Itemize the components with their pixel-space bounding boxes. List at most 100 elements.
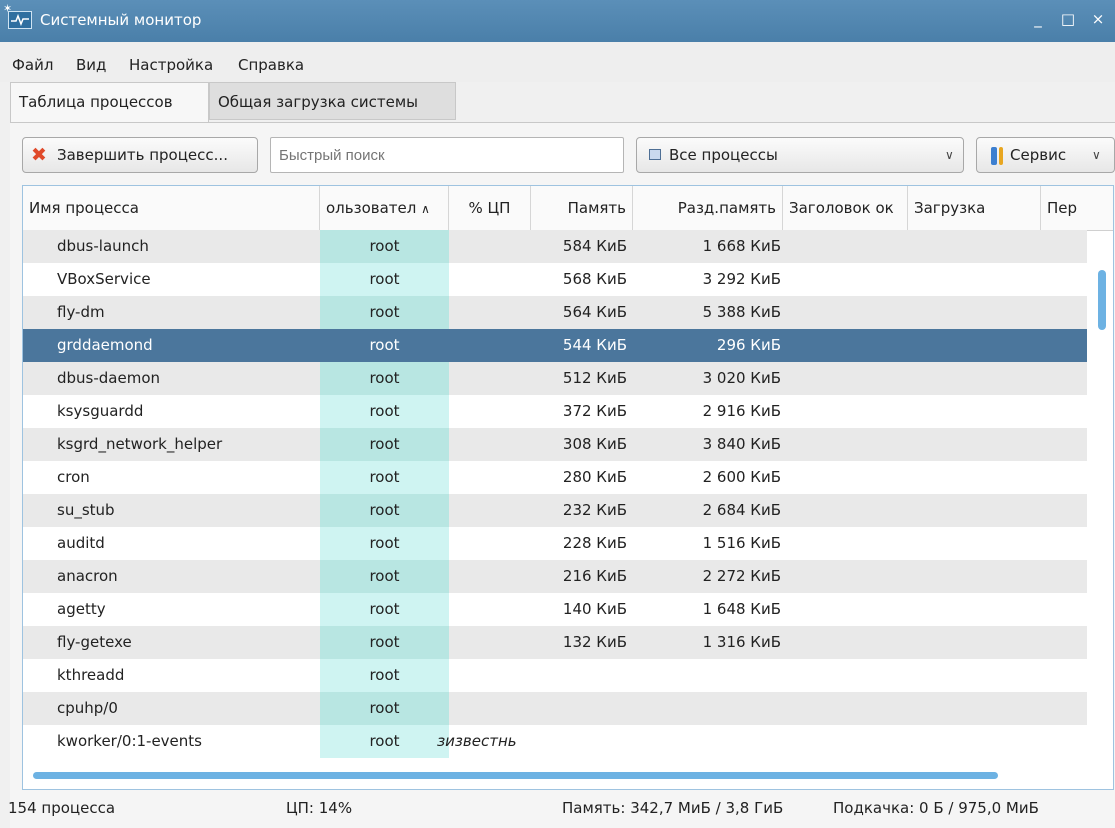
process-filter-select[interactable]: Все процессы ∨ bbox=[636, 137, 964, 173]
status-memory: Память: 342,7 МиБ / 3,8 ГиБ bbox=[562, 799, 784, 817]
process-user: root bbox=[369, 237, 400, 255]
menu-settings[interactable]: Настройка bbox=[129, 56, 213, 74]
tools-button[interactable]: Сервис ∨ bbox=[976, 137, 1115, 173]
process-shared-memory: 1 316 КиБ bbox=[702, 633, 781, 651]
table-row[interactable]: auditd root 228 КиБ 1 516 КиБ bbox=[23, 527, 1087, 560]
column-header-priority[interactable]: Пер bbox=[1041, 186, 1113, 230]
process-memory: 584 КиБ bbox=[562, 237, 627, 255]
end-process-label: Завершить процесс... bbox=[57, 146, 228, 164]
table-row[interactable]: kthreadd root bbox=[23, 659, 1087, 692]
table-row[interactable]: anacron root 216 КиБ 2 272 КиБ bbox=[23, 560, 1087, 593]
column-header-load[interactable]: Загрузка bbox=[908, 186, 1041, 230]
process-name: dbus-daemon bbox=[57, 369, 161, 387]
chevron-down-icon: ∨ bbox=[1092, 148, 1101, 162]
process-memory: 280 КиБ bbox=[562, 468, 627, 486]
status-swap: Подкачка: 0 Б / 975,0 МиБ bbox=[833, 799, 1039, 817]
process-user: root bbox=[369, 270, 400, 288]
window-title: Системный монитор bbox=[40, 11, 202, 29]
process-memory bbox=[531, 659, 627, 692]
process-shared-memory: 1 668 КиБ bbox=[702, 237, 781, 255]
column-header-user[interactable]: ользовател ∧ bbox=[320, 186, 449, 230]
monitor-app-icon: ✶ bbox=[3, 2, 32, 29]
vertical-scrollbar[interactable] bbox=[1098, 270, 1106, 330]
process-cpu bbox=[437, 263, 531, 296]
table-row[interactable]: fly-dm root 564 КиБ 5 388 КиБ bbox=[23, 296, 1087, 329]
column-header-name[interactable]: Имя процесса bbox=[23, 186, 320, 230]
table-row[interactable]: dbus-launch root 584 КиБ 1 668 КиБ bbox=[23, 230, 1087, 263]
process-name: dbus-launch bbox=[57, 237, 149, 255]
process-user: root bbox=[369, 303, 400, 321]
process-name: su_stub bbox=[57, 501, 115, 519]
process-name: ksgrd_network_helper bbox=[57, 435, 223, 453]
process-shared-memory bbox=[633, 692, 781, 725]
process-memory: 372 КиБ bbox=[562, 402, 627, 420]
close-button[interactable]: × bbox=[1087, 8, 1109, 30]
quick-search-input[interactable] bbox=[270, 137, 624, 173]
process-shared-memory: 296 КиБ bbox=[716, 336, 781, 354]
process-shared-memory: 2 916 КиБ bbox=[702, 402, 781, 420]
process-user: root bbox=[369, 699, 400, 717]
table-row[interactable]: dbus-daemon root 512 КиБ 3 020 КиБ bbox=[23, 362, 1087, 395]
process-cpu bbox=[437, 362, 531, 395]
process-cpu bbox=[437, 560, 531, 593]
process-name: auditd bbox=[57, 534, 105, 552]
process-cpu bbox=[437, 593, 531, 626]
process-name: fly-getexe bbox=[57, 633, 132, 651]
column-header-user-label: ользовател bbox=[326, 199, 417, 217]
menu-file[interactable]: Файл bbox=[12, 56, 53, 74]
process-cpu bbox=[437, 296, 531, 329]
column-header-cpu[interactable]: % ЦП bbox=[449, 186, 531, 230]
column-header-shared-memory[interactable]: Разд.память bbox=[633, 186, 783, 230]
table-row[interactable]: ksysguardd root 372 КиБ 2 916 КиБ bbox=[23, 395, 1087, 428]
tab-process-table[interactable]: Таблица процессов bbox=[10, 82, 209, 123]
table-row[interactable]: cpuhp/0 root bbox=[23, 692, 1087, 725]
table-row[interactable]: VBoxService root 568 КиБ 3 292 КиБ bbox=[23, 263, 1087, 296]
process-memory: 568 КиБ bbox=[562, 270, 627, 288]
table-row[interactable]: grddaemond root 544 КиБ 296 КиБ bbox=[23, 329, 1087, 362]
process-user: root bbox=[369, 336, 400, 354]
tools-label: Сервис bbox=[1010, 146, 1067, 164]
process-memory: 216 КиБ bbox=[562, 567, 627, 585]
menu-bar: Файл Вид Настройка Справка bbox=[0, 42, 1115, 82]
process-memory: 132 КиБ bbox=[562, 633, 627, 651]
process-table[interactable]: Имя процесса ользовател ∧ % ЦП Память Ра… bbox=[22, 185, 1114, 790]
process-name: cpuhp/0 bbox=[57, 699, 118, 717]
menu-view[interactable]: Вид bbox=[76, 56, 106, 74]
filter-list-icon bbox=[649, 149, 661, 160]
end-process-button[interactable]: ✖ Завершить процесс... bbox=[22, 137, 258, 173]
table-row[interactable]: su_stub root 232 КиБ 2 684 КиБ bbox=[23, 494, 1087, 527]
horizontal-scrollbar[interactable] bbox=[33, 772, 998, 779]
table-row[interactable]: fly-getexe root 132 КиБ 1 316 КиБ bbox=[23, 626, 1087, 659]
column-header-memory[interactable]: Память bbox=[531, 186, 633, 230]
process-shared-memory bbox=[633, 659, 781, 692]
table-row[interactable]: ksgrd_network_helper root 308 КиБ 3 840 КиБ bbox=[23, 428, 1087, 461]
table-header: Имя процесса ользовател ∧ % ЦП Память Ра… bbox=[23, 186, 1113, 231]
minimize-button[interactable]: _ bbox=[1027, 8, 1049, 30]
process-user: root bbox=[369, 600, 400, 618]
process-shared-memory bbox=[633, 725, 781, 758]
process-shared-memory: 2 684 КиБ bbox=[702, 501, 781, 519]
process-memory: 228 КиБ bbox=[562, 534, 627, 552]
process-user: root bbox=[369, 501, 400, 519]
process-user: root bbox=[369, 534, 400, 552]
process-cpu bbox=[437, 659, 531, 692]
process-user: root bbox=[369, 369, 400, 387]
table-row[interactable]: agetty root 140 КиБ 1 648 КиБ bbox=[23, 593, 1087, 626]
process-cpu bbox=[437, 461, 531, 494]
process-name: cron bbox=[57, 468, 90, 486]
process-shared-memory: 3 020 КиБ bbox=[702, 369, 781, 387]
tools-icon-accent bbox=[999, 147, 1003, 165]
process-memory: 140 КиБ bbox=[562, 600, 627, 618]
process-user: root bbox=[369, 666, 400, 684]
process-memory: 544 КиБ bbox=[562, 336, 627, 354]
process-user: root bbox=[369, 468, 400, 486]
process-shared-memory: 2 600 КиБ bbox=[702, 468, 781, 486]
process-shared-memory: 3 840 КиБ bbox=[702, 435, 781, 453]
table-row[interactable]: cron root 280 КиБ 2 600 КиБ bbox=[23, 461, 1087, 494]
column-header-window-title[interactable]: Заголовок ок bbox=[783, 186, 908, 230]
process-cpu bbox=[437, 428, 531, 461]
tab-system-load[interactable]: Общая загрузка системы bbox=[209, 82, 456, 120]
menu-help[interactable]: Справка bbox=[238, 56, 304, 74]
maximize-button[interactable]: □ bbox=[1057, 8, 1079, 30]
table-row[interactable]: kworker/0:1-events root ɜизвестнь bbox=[23, 725, 1087, 758]
